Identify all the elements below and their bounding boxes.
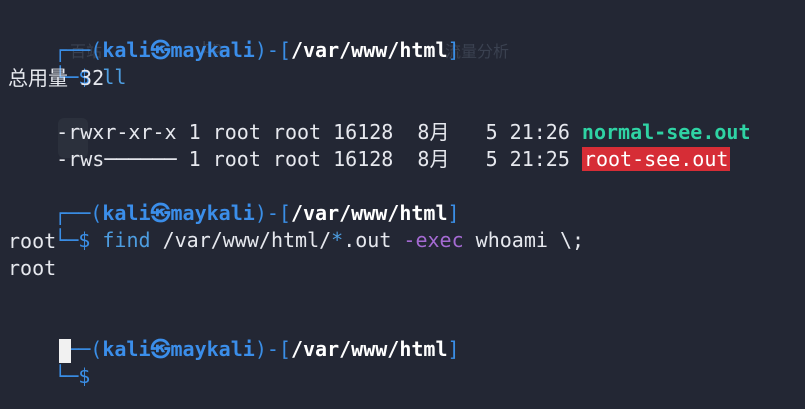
prompt-dash: -[ [266,337,291,361]
command-arg-ext: .out [343,228,404,252]
prompt-at-icon: ㉿ [150,38,171,62]
command-name: find [102,228,151,252]
prompt-line: ┌──(kali㉿maykali)-[/var/www/html] [6,10,459,62]
command-text: ll [102,65,127,89]
prompt-bracket: ] [447,38,460,62]
command-line: └─$ find /var/www/html/*.out -exec whoam… [6,200,584,252]
prompt-elbow: └─ [54,228,79,252]
output-line: root [8,229,57,253]
text-cursor [59,339,71,363]
prompt-paren: ) [254,337,267,361]
prompt-bracket: ] [447,337,460,361]
prompt-user: kali [102,337,151,361]
prompt-path: /var/www/html [290,337,448,361]
file-row: -rwxr-xr-x 1 root root 16128 8月 5 21:26 … [8,92,750,144]
output-total: 总用量 32 [8,66,105,90]
command-line: └─$ ll [6,37,126,89]
prompt-at-icon: ㉿ [150,337,171,361]
command-line[interactable]: └─$ [6,336,102,388]
prompt-dash: -[ [266,38,291,62]
command-glob: * [331,228,344,252]
prompt-paren: ) [254,38,267,62]
file-meta: -rws────── 1 root root 16128 8月 5 21:25 [56,147,582,171]
command-option: -exec [403,228,464,252]
output-line: root [8,256,57,280]
prompt-line: ┌──(kali㉿maykali)-[/var/www/html] [6,309,459,361]
prompt-line: ┌──(kali㉿maykali)-[/var/www/html] [6,173,459,225]
prompt-host: maykali [170,337,255,361]
prompt-dollar: $ [78,228,91,252]
prompt-dollar: $ [78,364,91,388]
prompt-path: /var/www/html [290,38,448,62]
file-row: -rws────── 1 root root 16128 8月 5 21:25 … [8,119,731,171]
prompt-host: maykali [170,38,255,62]
terminal-window[interactable]: 百站 bp 流量分析 ┌──(kali㉿maykali)-[/var/www/h… [0,0,805,409]
command-arg-exec: whoami \; [463,228,585,252]
file-name-setuid: root-see.out [581,147,731,171]
prompt-elbow: └─ [54,364,79,388]
command-arg-path: /var/www/html/ [150,228,332,252]
